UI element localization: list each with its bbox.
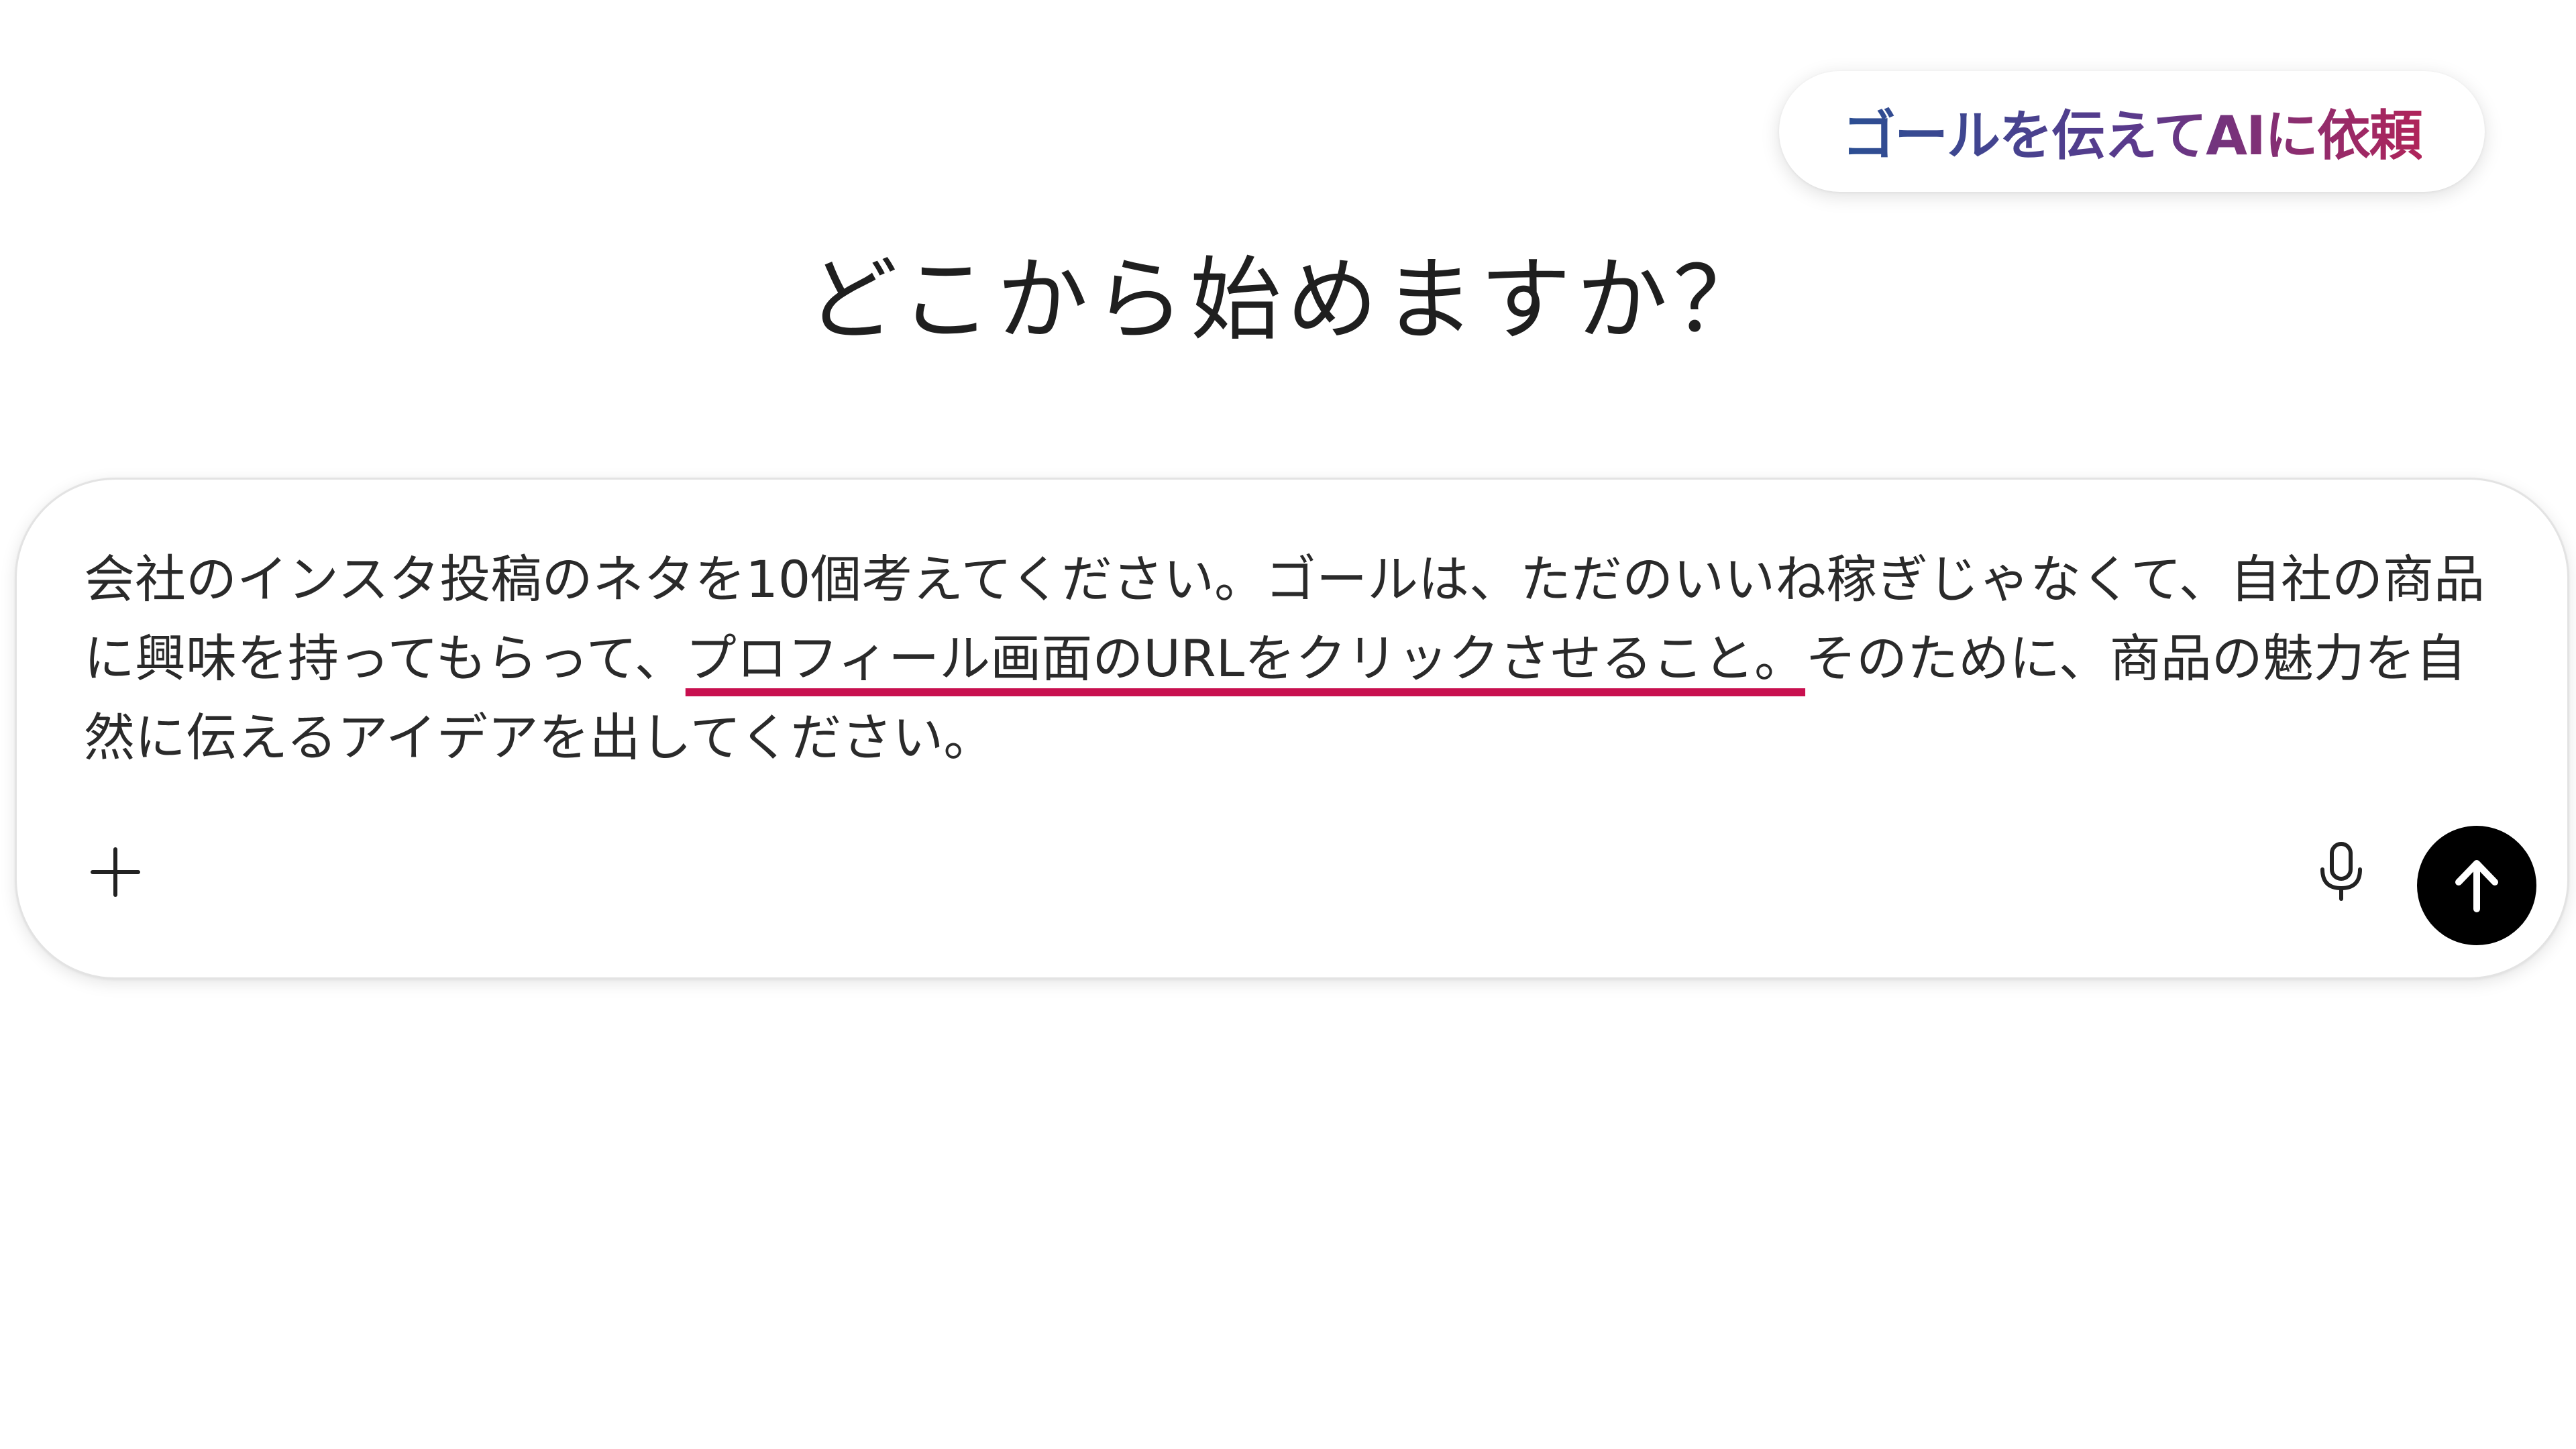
caption-banner: ゴールを伝えてAIに依頼 bbox=[1779, 71, 2485, 192]
prompt-text-highlight: プロフィール画面のURLをクリックさせること。 bbox=[685, 629, 1806, 688]
send-button[interactable] bbox=[2417, 826, 2536, 945]
plus-icon bbox=[91, 847, 140, 897]
page-title: どこから始めますか？ bbox=[806, 248, 1770, 354]
microphone-icon bbox=[2320, 842, 2362, 901]
arrow-up-icon bbox=[2455, 860, 2498, 912]
add-attachment-button[interactable] bbox=[78, 835, 152, 909]
caption-text: ゴールを伝えてAIに依頼 bbox=[1842, 93, 2423, 170]
prompt-input[interactable]: 会社のインスタ投稿のネタを10個考えてください。ゴールは、ただのいいね稼ぎじゃな… bbox=[84, 540, 2512, 777]
page: ゴールを伝えてAIに依頼 どこから始めますか？ 会社のインスタ投稿のネタを10個… bbox=[0, 0, 2576, 1449]
prompt-composer: 会社のインスタ投稿のネタを10個考えてください。ゴールは、ただのいいね稼ぎじゃな… bbox=[15, 478, 2569, 979]
voice-input-button[interactable] bbox=[2304, 835, 2378, 909]
